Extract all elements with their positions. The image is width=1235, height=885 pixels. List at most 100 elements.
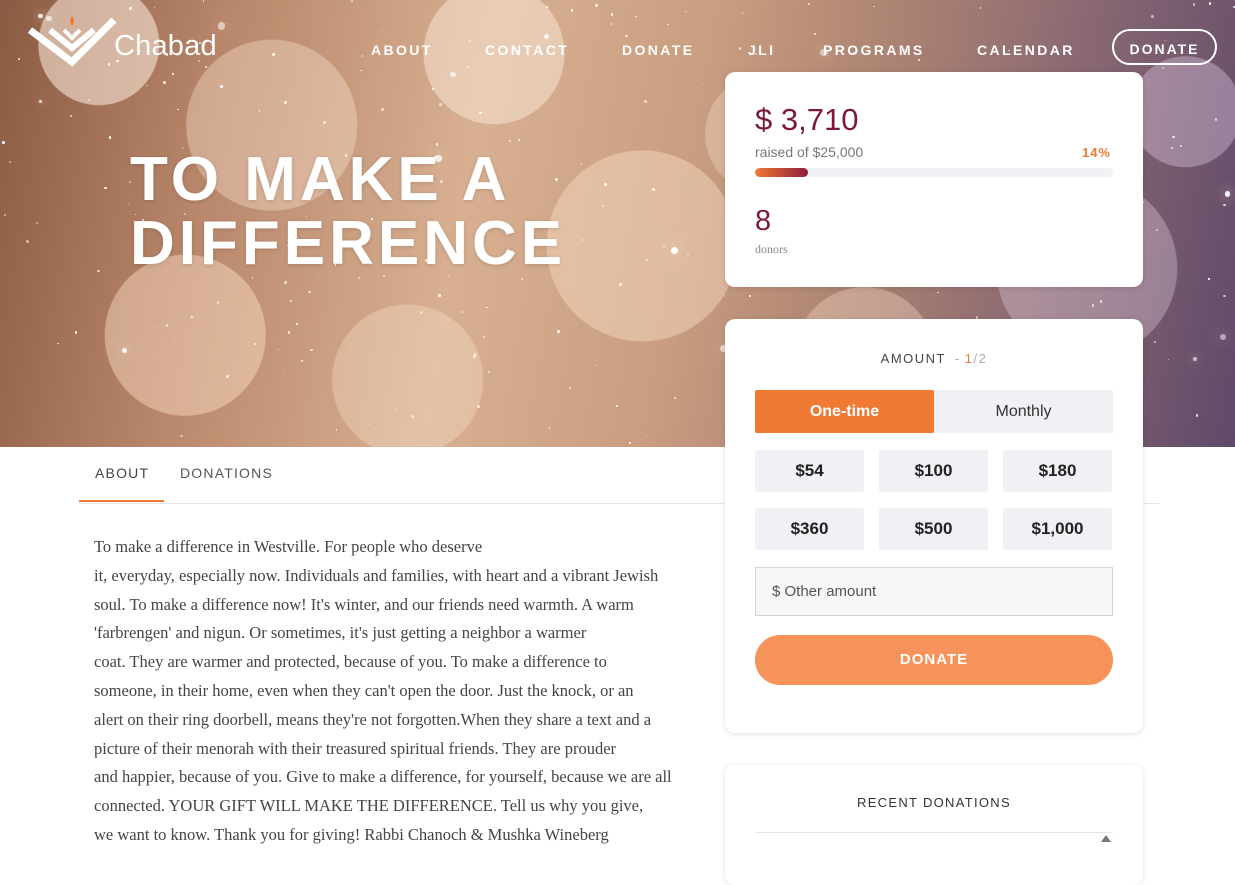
tab-donations[interactable]: DONATIONS [180,465,273,481]
nav-programs[interactable]: PROGRAMS [823,42,925,58]
about-line: 'farbrengen' and nigun. Or sometimes, it… [94,623,587,643]
sparkle [1223,294,1226,297]
amount-button-54[interactable]: $54 [755,450,864,492]
sparkle [1155,228,1159,232]
sparkle [546,6,549,9]
amount-button-360[interactable]: $360 [755,508,864,550]
sparkle [643,99,647,103]
sparkle [432,87,435,90]
sparkle [361,55,364,57]
amount-button-500[interactable]: $500 [879,508,988,550]
sparkle [521,278,524,281]
brand-name: Chabad [114,30,217,62]
sparkle [646,434,648,436]
sparkle [277,348,280,351]
donor-count: 8 [755,205,772,237]
nav-jli[interactable]: JLI [748,42,775,58]
amount-button-1000[interactable]: $1,000 [1003,508,1112,550]
amount-button-100[interactable]: $100 [879,450,988,492]
sparkle [360,69,363,72]
sparkle [87,99,90,102]
sparkle [873,6,875,8]
sparkle [1192,3,1195,6]
nav-donate-button[interactable]: DONATE [1112,29,1217,65]
goal-text: raised of $25,000 [755,144,864,160]
sparkle [3,214,6,217]
sparkle [674,396,676,399]
sparkle [1179,145,1182,148]
donate-button[interactable]: DONATE [755,635,1113,685]
sparkle [290,300,293,303]
sparkle [488,371,490,373]
title-line-1: TO MAKE A [130,145,511,214]
sparkle [1171,147,1174,150]
sparkle [450,71,456,78]
sparkle [1168,358,1170,360]
nav-calendar[interactable]: CALENDAR [977,42,1075,58]
sparkle [172,336,174,338]
sparkle [146,84,148,87]
top-nav: Chabad ABOUT CONTACT DONATE JLI PROGRAMS… [0,16,1235,67]
sparkle [724,295,726,297]
sparkle [509,139,512,142]
other-amount-input[interactable]: $ Other amount [755,567,1113,616]
sparkle [438,294,441,297]
sparkle [203,0,205,2]
sparkle [1195,414,1199,417]
sparkle [179,434,183,438]
sparkle [74,331,77,334]
sparkle [154,354,157,357]
sparkle [937,291,939,294]
sparkle [301,359,303,362]
sparkle [350,0,353,3]
progress-bar [755,168,1113,177]
scroll-up-icon[interactable] [1101,835,1111,842]
sparkle [611,13,614,16]
monthly-option[interactable]: Monthly [934,390,1113,433]
nav-contact[interactable]: CONTACT [485,42,569,58]
page-title: TO MAKE A DIFFERENCE [130,148,690,276]
sparkle [635,15,637,18]
about-line: To make a difference in Westville. For p… [94,537,483,556]
sparkle [165,323,169,327]
sparkle [595,4,599,7]
about-line: coat. They are warmer and protected, bec… [94,652,607,672]
about-line: alert on their ring doorbell, means they… [94,709,652,729]
sparkle [1224,190,1231,197]
sparkle [122,348,128,354]
sparkle [738,47,742,50]
step-separator: - [954,351,961,366]
nav-donate[interactable]: DONATE [622,42,694,58]
sparkle [381,108,384,111]
sparkle [1150,15,1154,18]
sparkle [307,290,311,294]
tab-about[interactable]: ABOUT [95,465,149,481]
sparkle [96,269,100,273]
sparkle [979,7,982,9]
progress-bar-fill [755,168,808,177]
sparkle [473,354,477,358]
sparkle [1192,357,1198,362]
about-description: To make a difference in Westville. For p… [94,533,704,850]
nav-about[interactable]: ABOUT [371,42,433,58]
fundraising-stats-card: $ 3,710 raised of $25,000 14% 8 donors [725,72,1143,287]
sparkle [1219,333,1227,341]
sparkle [479,111,483,115]
sparkle [153,6,155,8]
sparkle [483,335,486,338]
sparkle [283,371,285,373]
sparkle [548,427,551,430]
sparkle [570,8,574,12]
sparkle [2,141,5,144]
one-time-option[interactable]: One-time [755,390,934,433]
sparkle [1233,6,1235,8]
amount-button-180[interactable]: $180 [1003,450,1112,492]
amount-raised: $ 3,710 [755,102,859,137]
sparkle [216,301,220,304]
sparkle [172,73,174,75]
sparkle [439,102,442,106]
about-line: picture of their menorah with their trea… [94,738,617,758]
logo[interactable]: Chabad [28,10,228,68]
sparkle [18,58,21,61]
sparkle [287,330,291,334]
